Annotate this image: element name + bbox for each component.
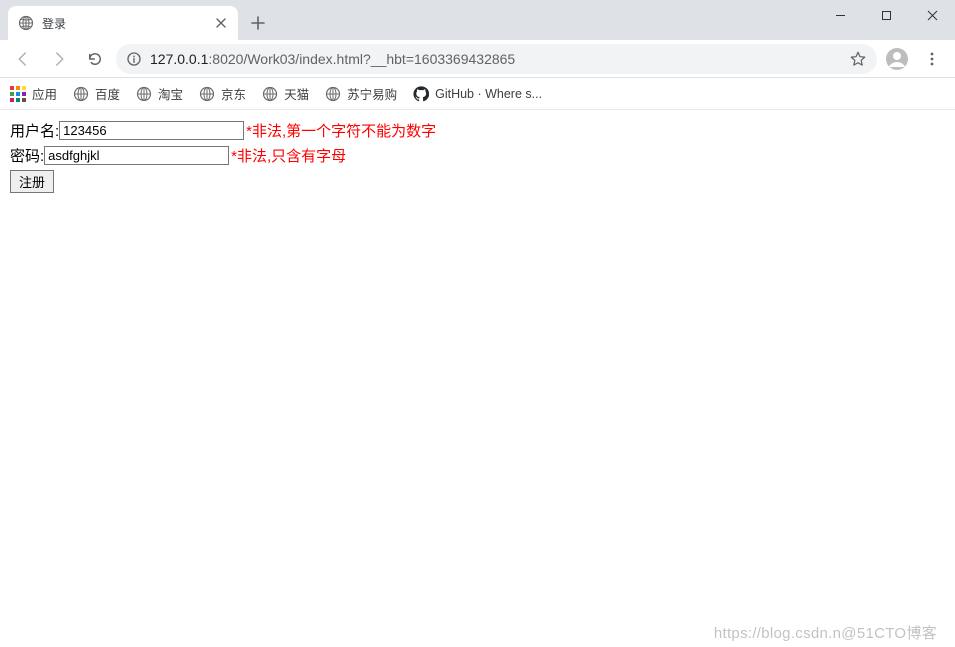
bookmark-label: GitHub · Where s...	[435, 87, 542, 101]
watermark: https://blog.csdn.n@51CTO博客	[714, 622, 937, 643]
url-host: 127.0.0.1	[150, 51, 208, 67]
password-label: 密码:	[10, 145, 44, 166]
browser-tab[interactable]: 登录	[8, 6, 238, 40]
new-tab-button[interactable]	[244, 9, 272, 37]
globe-icon	[73, 86, 89, 102]
menu-button[interactable]	[917, 44, 947, 74]
url-text: 127.0.0.1:8020/Work03/index.html?__hbt=1…	[150, 51, 841, 67]
url-port: :8020	[208, 51, 243, 67]
bookmark-taobao[interactable]: 淘宝	[136, 84, 183, 103]
close-window-button[interactable]	[909, 0, 955, 30]
bookmark-label: 苏宁易购	[347, 84, 397, 103]
titlebar: 登录	[0, 0, 955, 40]
profile-avatar[interactable]	[883, 45, 911, 73]
close-tab-icon[interactable]	[214, 16, 228, 30]
username-error: *非法,第一个字符不能为数字	[246, 120, 436, 141]
site-info-icon[interactable]	[126, 51, 142, 67]
password-input[interactable]	[44, 146, 229, 165]
bookmark-label: 天猫	[284, 84, 309, 103]
globe-icon	[325, 86, 341, 102]
username-row: 用户名: *非法,第一个字符不能为数字	[10, 120, 945, 141]
address-bar[interactable]: 127.0.0.1:8020/Work03/index.html?__hbt=1…	[116, 44, 877, 74]
password-row: 密码: *非法,只含有字母	[10, 145, 945, 166]
bookmark-star-icon[interactable]	[849, 50, 867, 68]
apps-icon	[10, 86, 26, 102]
url-path: /Work03/index.html?__hbt=1603369432865	[243, 51, 515, 67]
bookmark-jd[interactable]: 京东	[199, 84, 246, 103]
bookmark-label: 百度	[95, 84, 120, 103]
globe-icon	[262, 86, 278, 102]
github-icon	[413, 86, 429, 102]
window-controls	[817, 0, 955, 30]
bookmark-label: 京东	[221, 84, 246, 103]
back-button[interactable]	[8, 44, 38, 74]
browser-toolbar: 127.0.0.1:8020/Work03/index.html?__hbt=1…	[0, 40, 955, 78]
globe-icon	[136, 86, 152, 102]
bookmark-baidu[interactable]: 百度	[73, 84, 120, 103]
bookmark-label: 应用	[32, 84, 57, 103]
bookmark-label: 淘宝	[158, 84, 183, 103]
minimize-button[interactable]	[817, 0, 863, 30]
page-content: 用户名: *非法,第一个字符不能为数字 密码: *非法,只含有字母 注册	[0, 110, 955, 203]
username-label: 用户名:	[10, 120, 59, 141]
username-input[interactable]	[59, 121, 244, 140]
register-button[interactable]: 注册	[10, 170, 54, 193]
globe-icon	[18, 15, 34, 31]
reload-button[interactable]	[80, 44, 110, 74]
password-error: *非法,只含有字母	[231, 145, 346, 166]
bookmark-tmall[interactable]: 天猫	[262, 84, 309, 103]
globe-icon	[199, 86, 215, 102]
bookmark-suning[interactable]: 苏宁易购	[325, 84, 397, 103]
bookmarks-bar: 应用 百度 淘宝 京东 天猫 苏宁易购 GitHub · Where s..	[0, 78, 955, 110]
bookmark-apps[interactable]: 应用	[10, 84, 57, 103]
tab-title: 登录	[42, 15, 206, 32]
bookmark-github[interactable]: GitHub · Where s...	[413, 86, 542, 102]
forward-button[interactable]	[44, 44, 74, 74]
maximize-button[interactable]	[863, 0, 909, 30]
submit-row: 注册	[10, 170, 945, 193]
